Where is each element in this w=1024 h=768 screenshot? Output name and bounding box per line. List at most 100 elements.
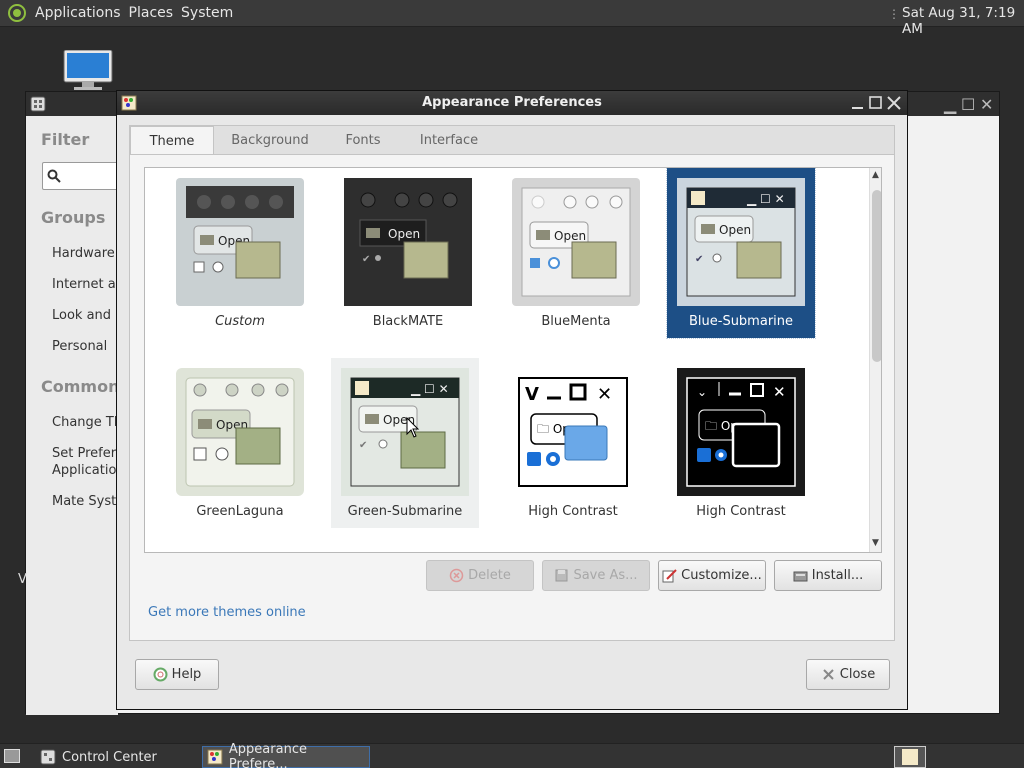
workspace-switcher-icon[interactable] <box>894 746 926 768</box>
taskbar-item-appearance[interactable]: Appearance Prefere... <box>202 742 370 768</box>
theme-preview-greenlaguna: Open <box>176 368 304 496</box>
task-change-theme[interactable]: Change Theme <box>52 415 118 430</box>
maximize-icon[interactable] <box>867 94 885 112</box>
theme-preview-high-contrast: V ✕ 🗀 Op <box>518 377 628 487</box>
theme-item-greenlaguna[interactable]: Open GreenLaguna <box>166 358 314 528</box>
theme-name-green-submarine: Green-Submarine <box>347 504 463 519</box>
theme-item-high-contrast-inverse[interactable]: ⌄ ✕ 🗀 Op High Contrast <box>667 358 815 528</box>
control-center-icon <box>30 96 46 112</box>
close-button-label: Close <box>839 667 876 682</box>
theme-name-bluementa: BlueMenta <box>541 314 611 329</box>
customize-button[interactable]: Customize... <box>658 560 766 591</box>
close-icon[interactable] <box>885 94 903 112</box>
applications-menu[interactable]: Applications <box>31 5 125 21</box>
show-desktop-icon[interactable] <box>4 749 20 763</box>
tab-interface[interactable]: Interface <box>404 126 494 155</box>
appearance-preferences-dialog: Appearance Preferences Theme Background … <box>116 90 908 710</box>
delete-button[interactable]: Delete <box>426 560 534 591</box>
dialog-title: Appearance Preferences <box>422 95 602 110</box>
clock[interactable]: Sat Aug 31, 7:19 AM <box>902 5 1024 37</box>
theme-item-custom[interactable]: Open Custom <box>166 168 314 338</box>
theme-name-custom: Custom <box>215 314 265 329</box>
theme-name-high-contrast: High Contrast <box>528 504 618 519</box>
appearance-app-icon <box>207 749 223 765</box>
minimize-icon[interactable]: ▁ <box>944 95 956 114</box>
theme-preview-bluementa: Open <box>512 178 640 306</box>
tab-fonts[interactable]: Fonts <box>326 126 400 155</box>
svg-text:Open: Open <box>719 223 751 237</box>
computer-desktop-icon[interactable] <box>62 50 114 92</box>
svg-text:▁ ☐ ✕: ▁ ☐ ✕ <box>410 382 449 396</box>
search-icon <box>47 169 61 183</box>
svg-text:▁ ☐ ✕: ▁ ☐ ✕ <box>746 192 785 206</box>
theme-item-blackmate[interactable]: Open ✔ BlackMATE <box>334 168 482 338</box>
save-as-button-label: Save As... <box>573 568 638 583</box>
theme-name-blue-submarine: Blue-Submarine <box>688 314 794 329</box>
scrollbar-thumb[interactable] <box>872 190 881 362</box>
theme-preview-blackmate: Open ✔ <box>344 178 472 306</box>
system-menu[interactable]: System <box>177 5 237 21</box>
help-button-label: Help <box>171 667 202 682</box>
close-button[interactable]: Close <box>806 659 890 690</box>
group-item-hardware[interactable]: Hardware <box>52 246 115 261</box>
preferences-notebook: Theme Background Fonts Interface Open Cu… <box>129 125 895 641</box>
delete-button-label: Delete <box>468 568 511 583</box>
help-button[interactable]: Help <box>135 659 219 690</box>
svg-text:✔: ✔ <box>695 254 703 265</box>
group-item-internet[interactable]: Internet and Network <box>52 277 118 292</box>
tab-bar: Theme Background Fonts Interface <box>129 125 895 156</box>
minimize-icon[interactable] <box>849 94 867 112</box>
close-icon[interactable]: ✕ <box>980 95 993 114</box>
svg-text:⌄: ⌄ <box>697 385 707 399</box>
groups-heading: Groups <box>41 208 106 227</box>
theme-item-blue-submarine[interactable]: ▁ ☐ ✕ Open ✔ Blue-Submarine <box>666 168 816 339</box>
filter-heading: Filter <box>41 130 90 149</box>
svg-text:✔: ✔ <box>362 254 370 265</box>
help-icon <box>153 667 168 682</box>
delete-icon <box>449 568 464 583</box>
task-system-monitor[interactable]: Mate System Monitor <box>52 494 118 509</box>
close-x-icon <box>823 669 834 680</box>
taskbar-item-control-center[interactable]: Control Center <box>36 746 196 768</box>
theme-list-scrollbar[interactable]: ▲ ▼ <box>869 168 881 552</box>
theme-list[interactable]: Open Custom Open ✔ BlackMATE Open BlueMe… <box>144 167 882 553</box>
theme-preview-high-contrast-inverse: ⌄ ✕ 🗀 Op <box>677 368 805 496</box>
tab-theme[interactable]: Theme <box>130 126 214 156</box>
save-as-button[interactable]: Save As... <box>542 560 650 591</box>
group-item-personal[interactable]: Personal <box>52 339 107 354</box>
task-applications[interactable]: Applications <box>52 463 118 478</box>
maximize-icon[interactable]: ☐ <box>961 95 975 114</box>
control-center-sidebar: Filter Groups Hardware Internet and Netw… <box>26 116 118 715</box>
theme-name-blackmate: BlackMATE <box>372 314 444 329</box>
scroll-down-arrow-icon[interactable]: ▼ <box>872 538 879 548</box>
svg-text:V: V <box>525 384 539 405</box>
places-menu[interactable]: Places <box>125 5 178 21</box>
install-button[interactable]: Install... <box>774 560 882 591</box>
common-tasks-heading: Common Tasks <box>41 377 118 396</box>
panel-separator: ⋮ <box>888 7 900 21</box>
tab-background[interactable]: Background <box>218 126 322 155</box>
theme-preview-green-submarine: ▁ ☐ ✕ Open ✔ <box>341 368 469 496</box>
customize-button-label: Customize... <box>681 568 762 583</box>
scroll-up-arrow-icon[interactable]: ▲ <box>872 170 879 180</box>
install-icon <box>793 571 808 582</box>
get-more-themes-link[interactable]: Get more themes online <box>148 605 306 620</box>
bottom-panel: Control Center Appearance Prefere... <box>0 742 1024 768</box>
theme-item-bluementa[interactable]: Open BlueMenta <box>502 168 650 338</box>
install-button-label: Install... <box>811 568 864 583</box>
mate-logo-icon[interactable] <box>8 4 26 22</box>
group-item-look-and-feel[interactable]: Look and Feel <box>52 308 118 323</box>
svg-text:Open: Open <box>554 229 586 243</box>
desktop-label-fragment: V <box>18 572 27 587</box>
theme-item-green-submarine[interactable]: ▁ ☐ ✕ Open ✔ Green-Submarine <box>331 358 479 528</box>
taskbar-label-control-center: Control Center <box>62 749 157 765</box>
theme-page: Open Custom Open ✔ BlackMATE Open BlueMe… <box>129 154 895 641</box>
task-set-preferred[interactable]: Set Preferred <box>52 446 118 461</box>
theme-item-high-contrast[interactable]: V ✕ 🗀 Op High Contrast <box>499 358 647 528</box>
filter-search-input[interactable] <box>42 162 118 190</box>
dialog-titlebar[interactable]: Appearance Preferences <box>117 91 907 115</box>
svg-text:✔: ✔ <box>359 440 367 451</box>
theme-name-high-contrast-inverse: High Contrast <box>696 504 786 519</box>
taskbar-label-appearance: Appearance Prefere... <box>228 742 307 768</box>
control-center-icon <box>40 749 56 765</box>
